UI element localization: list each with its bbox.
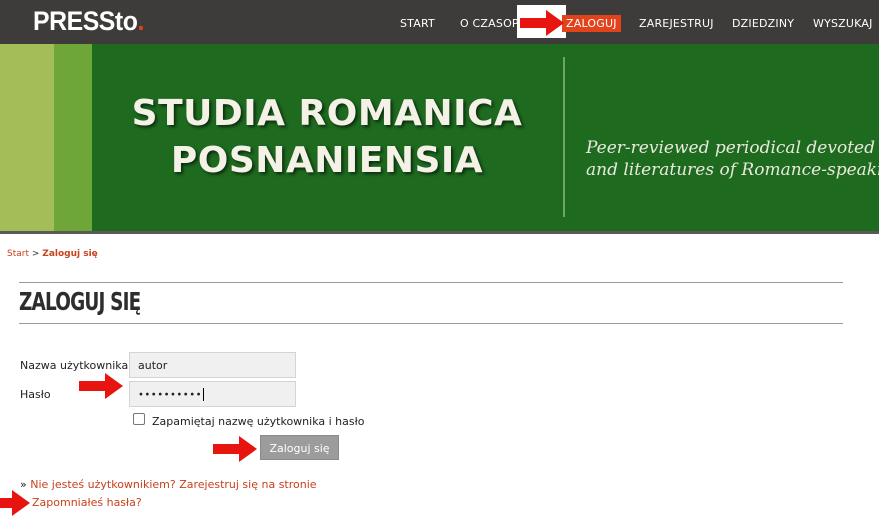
nav-search[interactable]: WYSZUKAJ (813, 17, 873, 30)
forgot-link-row: Zapomniałeś hasła? (20, 494, 317, 512)
divider-bottom (19, 323, 843, 324)
red-arrow-icon (79, 373, 123, 399)
username-label: Nazwa użytkownika (20, 359, 129, 372)
nav-start[interactable]: START (400, 17, 435, 30)
breadcrumb: Start > Zaloguj się (7, 249, 98, 259)
nav-login[interactable]: ZALOGUJ (562, 15, 621, 32)
banner-stripe-light (0, 44, 54, 231)
presto-logo[interactable]: PRESSto. (33, 6, 144, 37)
breadcrumb-current: Zaloguj się (42, 249, 98, 259)
remember-me-label: Zapamiętaj nazwę użytkownika i hasło (152, 415, 365, 428)
login-button[interactable]: Zaloguj się (260, 435, 339, 460)
username-input[interactable]: autor (129, 352, 296, 378)
banner-bottom-border (0, 231, 879, 234)
red-arrow-icon (520, 10, 564, 36)
journal-title: STUDIA ROMANICA POSNANIENSIA (92, 90, 562, 184)
password-input[interactable]: •••••••••• (129, 381, 296, 407)
nav-fields[interactable]: DZIEDZINY (732, 17, 794, 30)
remember-me-checkbox[interactable] (133, 413, 145, 425)
account-links: » Nie jesteś użytkownikiem? Zarejestruj … (20, 476, 317, 512)
red-arrow-icon (213, 436, 257, 462)
username-value: autor (138, 359, 168, 372)
register-link-row: » Nie jesteś użytkownikiem? Zarejestruj … (20, 476, 317, 494)
journal-title-line1: STUDIA ROMANICA (131, 93, 523, 134)
page-title: ZALOGUJ SIĘ (19, 287, 141, 316)
logo-text: PRESSto (33, 6, 138, 36)
red-arrow-icon (0, 490, 30, 516)
password-value: •••••••••• (138, 389, 202, 401)
breadcrumb-home[interactable]: Start (7, 249, 29, 259)
breadcrumb-separator: > (31, 249, 40, 259)
text-caret (202, 388, 204, 401)
journal-subtitle-line1: Peer-reviewed periodical devoted to (586, 138, 879, 158)
banner-divider (563, 57, 565, 217)
journal-subtitle: Peer-reviewed periodical devoted to and … (586, 137, 879, 181)
register-link[interactable]: Nie jesteś użytkownikiem? Zarejestruj si… (30, 478, 316, 491)
divider-top (19, 282, 843, 283)
logo-dot: . (137, 6, 144, 36)
journal-title-line2: POSNANIENSIA (170, 140, 484, 181)
top-navigation-bar: PRESSto. START O CZASOPIŚ ZALOGUJ ZAREJE… (0, 0, 879, 44)
journal-subtitle-line2: and literatures of Romance-speaking (586, 160, 879, 180)
forgot-password-link[interactable]: Zapomniałeś hasła? (32, 496, 142, 509)
journal-banner: STUDIA ROMANICA POSNANIENSIA Peer-review… (0, 44, 879, 231)
banner-stripe-mid (54, 44, 92, 231)
password-label: Hasło (20, 388, 51, 401)
nav-register[interactable]: ZAREJESTRUJ (639, 17, 714, 30)
